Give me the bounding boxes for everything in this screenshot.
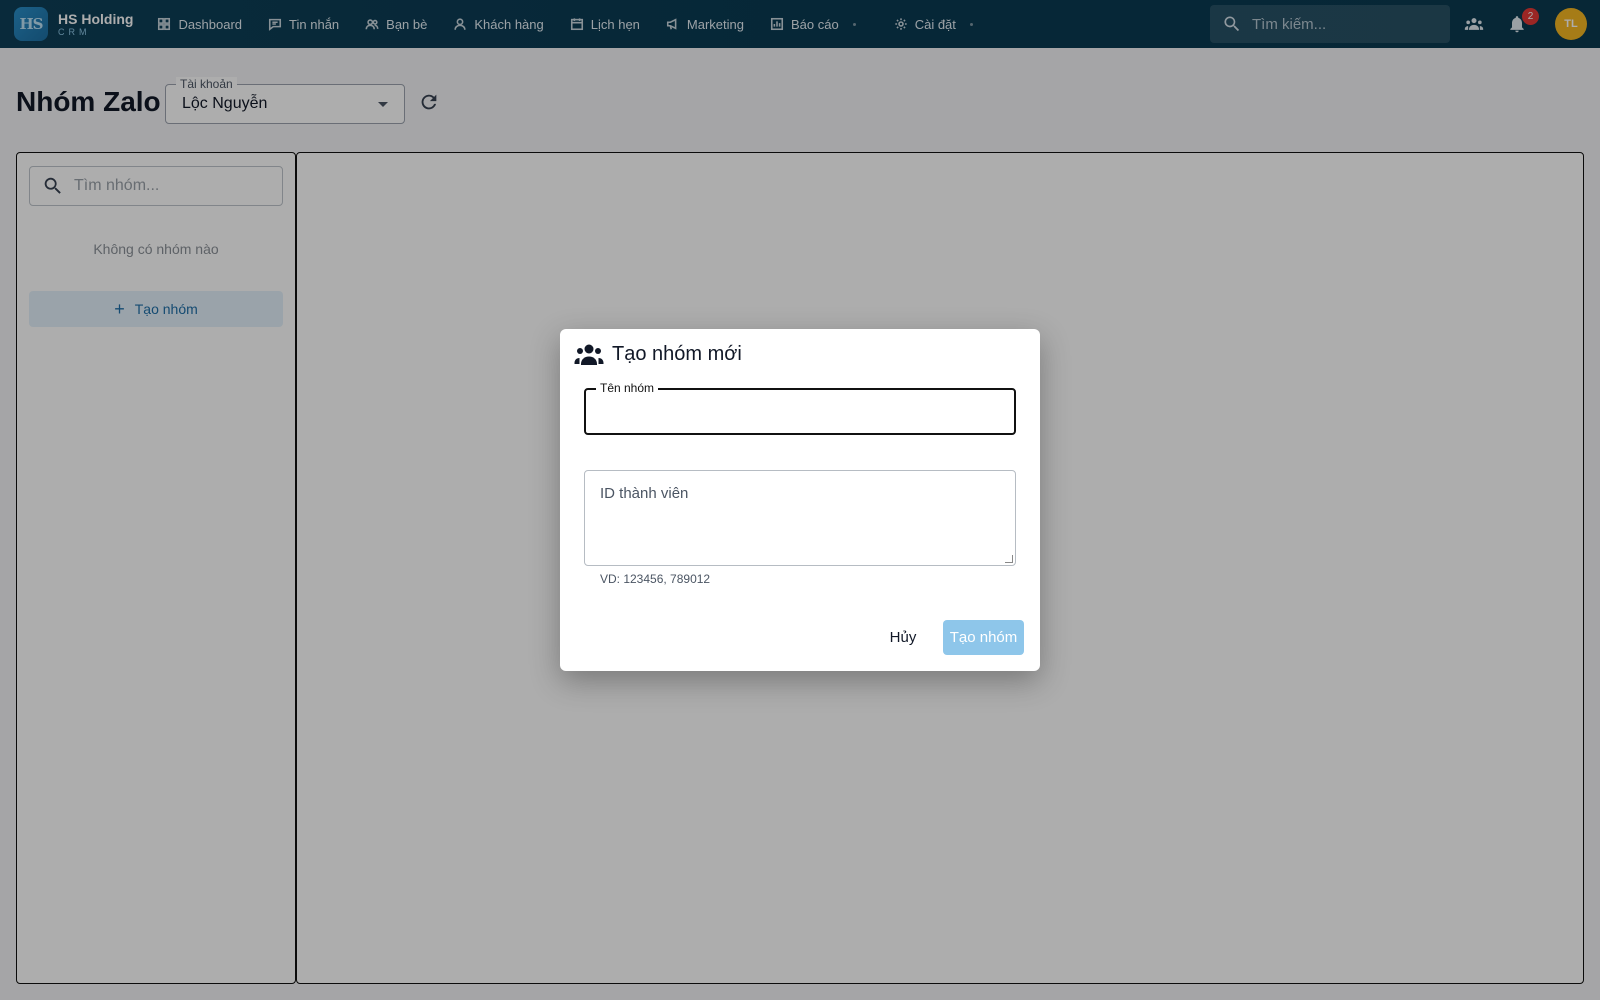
resize-handle-icon[interactable] [1005, 555, 1013, 563]
create-group-dialog: Tạo nhóm mới Tên nhóm VD: 123456, 789012… [560, 329, 1040, 671]
dialog-header: Tạo nhóm mới [574, 341, 742, 367]
member-ids-field[interactable] [584, 470, 1016, 566]
member-ids-textarea[interactable] [585, 471, 1015, 565]
create-group-submit-button[interactable]: Tạo nhóm [943, 620, 1024, 655]
cancel-button[interactable]: Hủy [878, 620, 928, 654]
member-ids-helper: VD: 123456, 789012 [600, 572, 711, 586]
dialog-title: Tạo nhóm mới [612, 342, 742, 365]
group-name-label: Tên nhóm [596, 381, 659, 395]
group-icon [574, 344, 604, 365]
group-name-field[interactable]: Tên nhóm [584, 381, 1016, 435]
group-name-input[interactable] [600, 400, 1000, 418]
